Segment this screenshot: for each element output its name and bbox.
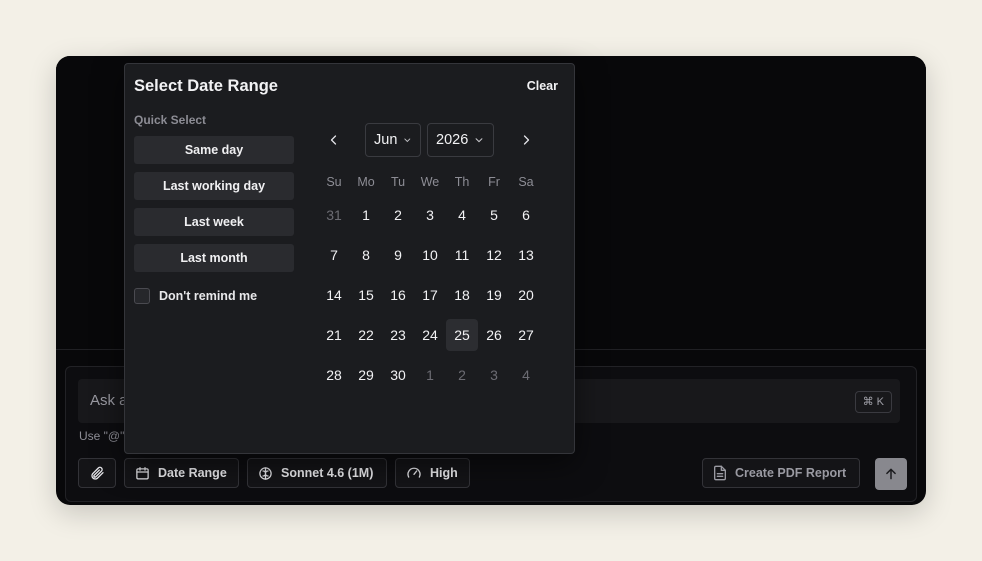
weekday-th: Th <box>454 175 470 189</box>
composer-hint: Use "@" <box>79 429 125 443</box>
date-range-popover: Select Date Range Clear Quick Select Sam… <box>124 63 575 454</box>
quick-select-heading: Quick Select <box>134 113 207 127</box>
weekday-su: Su <box>326 175 342 189</box>
weekday-fr: Fr <box>488 175 500 189</box>
weekday-tu: Tu <box>390 175 406 189</box>
calendar-day[interactable]: 3 <box>414 199 446 231</box>
calendar-day[interactable]: 31 <box>318 199 350 231</box>
ask-input-placeholder: Ask a <box>90 392 128 409</box>
month-select[interactable]: Jun <box>365 123 421 157</box>
quick-select-same-day[interactable]: Same day <box>134 136 294 164</box>
chevron-down-icon <box>404 138 411 143</box>
calendar-day[interactable]: 1 <box>350 199 382 231</box>
calendar-day[interactable]: 27 <box>510 319 542 351</box>
attach-button[interactable] <box>78 458 116 488</box>
calendar-day[interactable]: 29 <box>350 359 382 391</box>
date-range-label: Date Range <box>158 466 227 480</box>
calendar-day[interactable]: 2 <box>446 359 478 391</box>
chevron-down-icon <box>475 138 483 143</box>
calendar-day[interactable]: 9 <box>382 239 414 271</box>
calendar-day[interactable]: 5 <box>478 199 510 231</box>
calendar-day[interactable]: 13 <box>510 239 542 271</box>
calendar-day[interactable]: 16 <box>382 279 414 311</box>
calendar-day[interactable]: 19 <box>478 279 510 311</box>
calendar-day[interactable]: 17 <box>414 279 446 311</box>
calendar-day[interactable]: 22 <box>350 319 382 351</box>
calendar-day[interactable]: 3 <box>478 359 510 391</box>
calendar-day[interactable]: 7 <box>318 239 350 271</box>
calendar-day[interactable]: 8 <box>350 239 382 271</box>
effort-label: High <box>430 466 458 480</box>
calendar-day[interactable]: 11 <box>446 239 478 271</box>
model-label: Sonnet 4.6 (1M) <box>281 466 374 480</box>
create-pdf-report-button[interactable]: Create PDF Report <box>702 458 860 488</box>
model-selector-button[interactable]: Sonnet 4.6 (1M) <box>247 458 387 488</box>
calendar-icon <box>136 466 149 479</box>
calendar-day[interactable]: 2 <box>382 199 414 231</box>
weekday-we: We <box>420 175 440 189</box>
calendar-day[interactable]: 21 <box>318 319 350 351</box>
calendar-day[interactable]: 26 <box>478 319 510 351</box>
calendar-day[interactable]: 4 <box>510 359 542 391</box>
calendar-day[interactable]: 4 <box>446 199 478 231</box>
chevron-left-icon <box>330 135 337 145</box>
chevron-right-icon <box>523 135 530 145</box>
quick-select-last-week[interactable]: Last week <box>134 208 294 236</box>
popover-title: Select Date Range <box>134 77 278 95</box>
calendar-day[interactable]: 14 <box>318 279 350 311</box>
send-button[interactable] <box>875 458 907 490</box>
arrow-up-icon <box>886 468 896 480</box>
calendar-day[interactable]: 12 <box>478 239 510 271</box>
next-month-button[interactable] <box>515 130 537 150</box>
shortcut-badge: ⌘ K <box>854 391 892 413</box>
dont-remind-checkbox[interactable] <box>134 288 150 304</box>
calendar-day[interactable]: 30 <box>382 359 414 391</box>
calendar-day[interactable]: 23 <box>382 319 414 351</box>
calendar-day[interactable]: 18 <box>446 279 478 311</box>
calendar-day[interactable]: 15 <box>350 279 382 311</box>
gauge-icon <box>407 467 421 478</box>
clear-button[interactable]: Clear <box>527 79 558 93</box>
calendar-day[interactable]: 6 <box>510 199 542 231</box>
calendar-day[interactable]: 24 <box>414 319 446 351</box>
calendar-day[interactable]: 25 <box>446 319 478 351</box>
quick-select-last-month[interactable]: Last month <box>134 244 294 272</box>
document-icon <box>714 465 726 481</box>
month-select-value: Jun <box>374 132 398 148</box>
weekday-mo: Mo <box>357 175 375 189</box>
dont-remind-row[interactable]: Don't remind me <box>134 288 257 304</box>
date-range-button[interactable]: Date Range <box>124 458 239 488</box>
pdf-label: Create PDF Report <box>735 466 847 480</box>
calendar-day[interactable]: 1 <box>414 359 446 391</box>
quick-select-last-working-day[interactable]: Last working day <box>134 172 294 200</box>
calendar-day[interactable]: 20 <box>510 279 542 311</box>
brain-icon <box>259 466 272 480</box>
paperclip-icon <box>91 466 104 480</box>
weekday-sa: Sa <box>518 175 534 189</box>
dont-remind-label: Don't remind me <box>159 289 258 303</box>
calendar-day[interactable]: 28 <box>318 359 350 391</box>
year-select-value: 2026 <box>436 132 469 148</box>
previous-month-button[interactable] <box>323 130 345 150</box>
year-select[interactable]: 2026 <box>427 123 494 157</box>
calendar-day[interactable]: 10 <box>414 239 446 271</box>
effort-selector-button[interactable]: High <box>395 458 470 488</box>
